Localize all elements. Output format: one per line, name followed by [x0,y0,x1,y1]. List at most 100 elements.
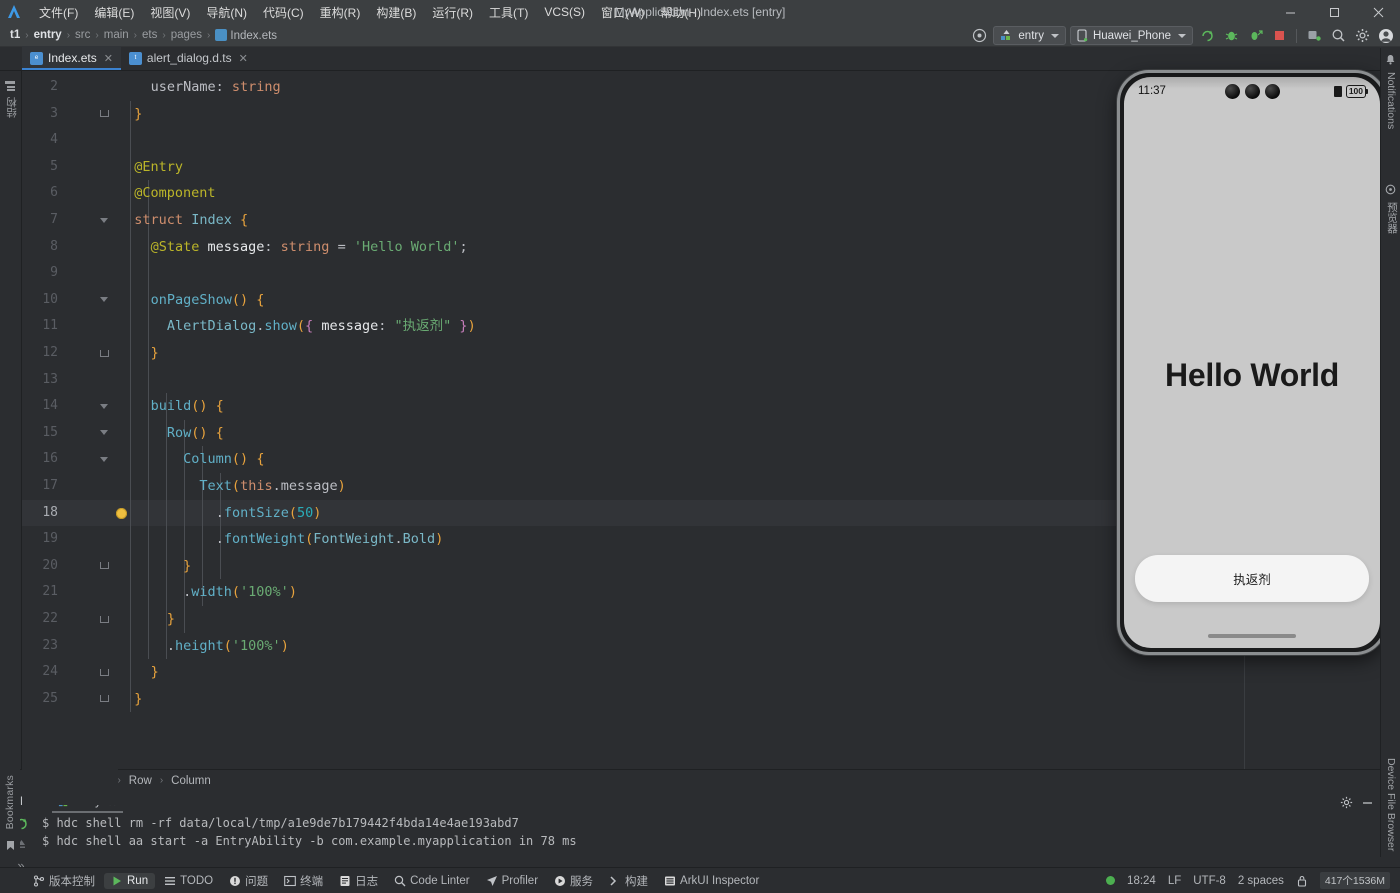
close-icon[interactable]: ✕ [239,52,248,65]
maximize-button[interactable] [1312,0,1356,24]
rerun-icon[interactable] [1197,26,1217,45]
code-line[interactable]: } [118,340,159,367]
settings-gear-icon[interactable] [1352,26,1372,45]
code-line[interactable]: .height('100%') [118,633,289,660]
status-tool-terminal[interactable]: 终端 [277,871,330,891]
editor-crumb-column[interactable]: Column [167,775,215,787]
intention-bulb-icon[interactable] [115,508,127,520]
device-manager-icon[interactable] [1304,26,1324,45]
stop-icon[interactable] [1269,26,1289,45]
sidebar-item-notifications[interactable]: Notifications [1385,72,1397,129]
close-icon[interactable]: ✕ [104,52,113,65]
device-screen[interactable]: 11:37 100 Hello World 执返剂 [1124,77,1380,648]
menu-window[interactable]: 窗口(W) [594,2,651,23]
menu-view[interactable]: 视图(V) [143,2,197,23]
device-preview[interactable]: 11:37 100 Hello World 执返剂 [1117,70,1387,655]
code-line[interactable]: Text(this.message) [118,473,346,500]
menu-navigate[interactable]: 导航(N) [199,2,254,23]
notifications-tool[interactable] [1385,54,1396,69]
menu-file[interactable]: 文件(F) [32,2,85,23]
fold-end-icon[interactable] [98,613,110,625]
code-line[interactable]: onPageShow() { [118,287,264,314]
code-line[interactable]: build() { [118,393,224,420]
breadcrumb-file[interactable]: Index.ets [211,29,281,42]
run-configuration-selector[interactable]: entry [993,26,1066,45]
device-selector[interactable]: Huawei_Phone [1070,26,1193,45]
fold-collapse-icon[interactable] [98,453,110,465]
indent-setting[interactable]: 2 spaces [1238,875,1284,887]
breadcrumb-ets[interactable]: ets [138,29,161,41]
file-encoding[interactable]: UTF-8 [1193,875,1226,887]
close-button[interactable] [1356,0,1400,24]
code-line[interactable]: } [118,553,191,580]
status-tool-profiler[interactable]: Profiler [479,873,545,889]
lock-icon[interactable] [1296,875,1308,887]
target-icon[interactable] [969,26,989,45]
status-tool-log[interactable]: 日志 [332,871,385,891]
code-line[interactable]: .fontWeight(FontWeight.Bold) [118,526,443,553]
code-line[interactable]: AlertDialog.show({ message: "执返剂" }) [118,313,476,340]
fold-end-icon[interactable] [98,560,110,572]
account-avatar[interactable] [1376,26,1396,45]
code-line[interactable]: struct Index { [118,207,248,234]
memory-indicator[interactable]: 417个1536M [1320,872,1390,889]
code-line[interactable]: userName: string [118,74,281,101]
breadcrumb-main[interactable]: main [100,29,133,41]
menu-refactor[interactable]: 重构(R) [313,2,368,23]
tab-index-ets[interactable]: e Index.ets ✕ [22,46,121,70]
menu-build[interactable]: 构建(B) [369,2,423,23]
fold-end-icon[interactable] [98,666,110,678]
fold-end-icon[interactable] [98,347,110,359]
code-line[interactable]: Row() { [118,420,224,447]
fold-collapse-icon[interactable] [98,427,110,439]
code-line[interactable]: @Component [118,180,216,207]
code-line[interactable]: } [118,101,142,128]
code-line[interactable]: @Entry [118,154,183,181]
fold-end-icon[interactable] [98,108,110,120]
code-line[interactable]: Column() { [118,446,264,473]
status-tool-todo[interactable]: TODO [157,873,220,889]
fold-end-icon[interactable] [98,693,110,705]
status-tool-code-linter[interactable]: Code Linter [387,873,476,889]
alert-dialog[interactable]: 执返剂 [1135,555,1369,602]
menu-edit[interactable]: 编辑(E) [87,2,141,23]
sidebar-item-device-file-browser[interactable]: Device File Browser [1385,758,1397,851]
status-tool-arkui-inspector[interactable]: ArkUI Inspector [657,873,766,889]
fold-collapse-icon[interactable] [98,294,110,306]
breadcrumb-pages[interactable]: pages [167,29,206,41]
editor-gutter[interactable]: 2345678910111213141516171819202122232425 [22,71,118,805]
run-console[interactable]: » $ hdc shell rm -rf data/local/tmp/a1e9… [0,813,1380,857]
tab-alert-dialog-dts[interactable]: t alert_dialog.d.ts ✕ [121,46,256,70]
sidebar-item-bookmarks[interactable]: Bookmarks [4,775,16,829]
status-tool-build[interactable]: 构建 [602,871,655,891]
structure-tool-icon[interactable] [4,77,16,92]
minimize-icon[interactable] [1361,796,1374,809]
code-line[interactable]: } [118,659,159,686]
menu-run[interactable]: 运行(R) [425,2,480,23]
code-line[interactable]: .width('100%') [118,579,297,606]
menu-tools[interactable]: 工具(T) [482,2,535,23]
code-line[interactable]: } [118,686,142,713]
status-tool-services[interactable]: 服务 [547,871,600,891]
breadcrumb-project[interactable]: t1 [6,29,24,41]
gear-icon[interactable] [1340,796,1353,809]
menu-code[interactable]: 代码(C) [256,2,311,23]
search-icon[interactable] [1328,26,1348,45]
sidebar-item-previewer[interactable]: 预览器 [1385,202,1400,234]
fold-collapse-icon[interactable] [98,214,110,226]
menu-help[interactable]: 帮助(H) [653,2,708,23]
status-tool-problems[interactable]: 问题 [222,871,275,891]
status-tool-version-control[interactable]: 版本控制 [26,871,102,891]
debug-icon[interactable] [1221,26,1241,45]
code-line[interactable]: } [118,606,175,633]
code-line[interactable]: .fontSize(50) [118,500,321,527]
home-indicator[interactable] [1124,634,1380,638]
code-line[interactable]: @State message: string = 'Hello World'; [118,234,468,261]
previewer-tool-icon[interactable] [1385,184,1396,199]
menu-vcs[interactable]: VCS(S) [537,3,592,21]
line-separator[interactable]: LF [1168,875,1181,887]
editor-crumb-row[interactable]: Row [125,775,156,787]
caret-position[interactable]: 18:24 [1127,875,1156,887]
breadcrumb-src[interactable]: src [71,29,94,41]
sidebar-item-structure[interactable]: 结构 [4,97,19,118]
